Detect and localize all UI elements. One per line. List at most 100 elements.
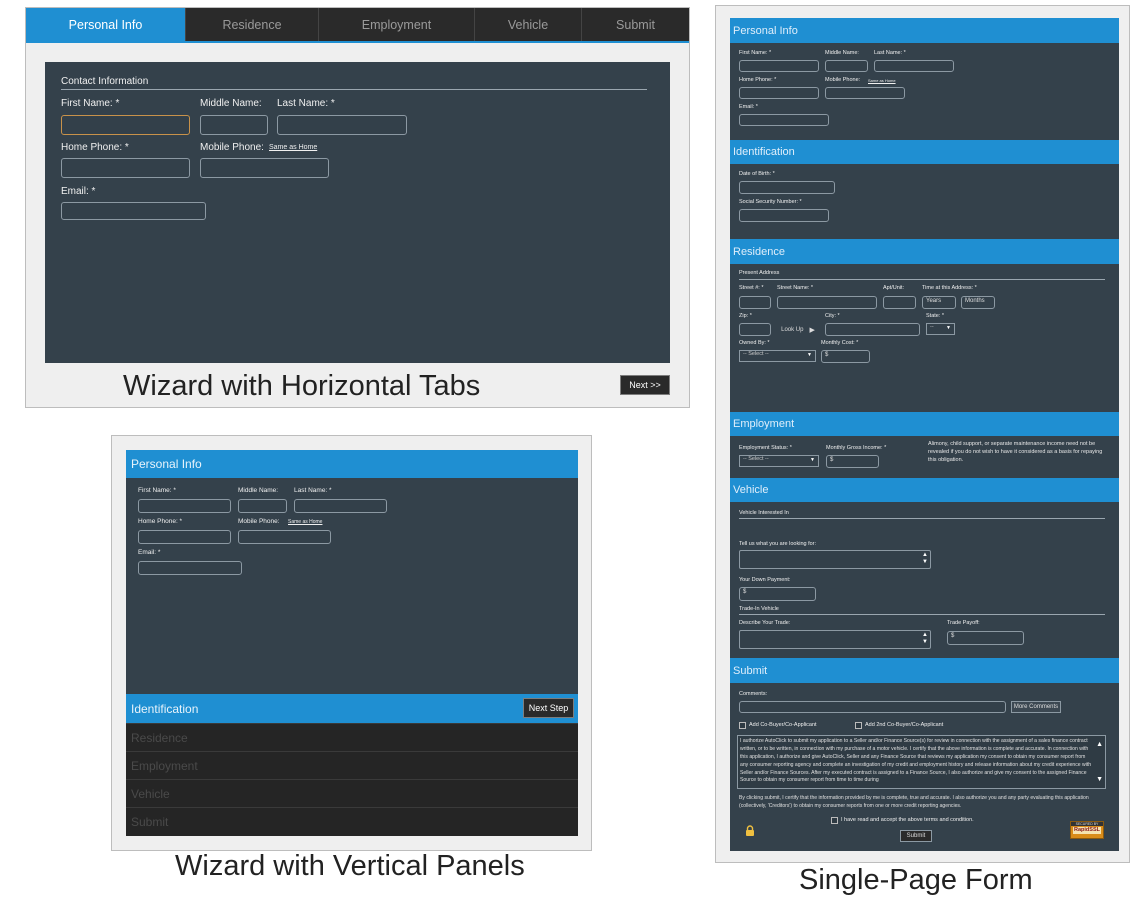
single-caption: Single-Page Form — [799, 864, 1033, 896]
sp-alimony-note: Alimony, child support, or separate main… — [928, 441, 1103, 463]
sp-down-payment-input[interactable]: $ — [739, 587, 816, 601]
mobile-phone-label: Mobile Phone: — [200, 142, 264, 153]
tab-underline — [26, 41, 689, 43]
v-email-input[interactable] — [138, 561, 242, 575]
v-middle-name-label: Middle Name: — [238, 487, 279, 494]
sp-add-2nd-checkbox[interactable] — [855, 722, 862, 729]
panel-identification-label: Identification — [131, 702, 199, 716]
sp-owned-by-select[interactable]: -- Select -- ▼ — [739, 350, 816, 362]
tab-personal-info[interactable]: Personal Info — [26, 8, 186, 41]
v-last-name-label: Last Name: * — [294, 487, 332, 494]
sp-employment-status-select[interactable]: -- Select -- ▼ — [739, 455, 819, 467]
sp-state-select[interactable]: -- ▼ — [926, 323, 955, 335]
v-mobile-phone-input[interactable] — [238, 530, 331, 544]
stepper-icon: ▲ ▼ — [922, 632, 928, 645]
contact-info-title: Contact Information — [61, 76, 149, 87]
sp-home-phone-input[interactable] — [739, 87, 819, 99]
sp-look-up-button[interactable]: Look Up ▶ — [777, 323, 819, 336]
tab-residence[interactable]: Residence — [186, 8, 319, 41]
sp-accept-label: I have read and accept the above terms a… — [841, 817, 974, 823]
sp-submit-button[interactable]: Submit — [900, 830, 932, 842]
sp-dob-input[interactable] — [739, 181, 835, 194]
v-email-label: Email: * — [138, 549, 161, 556]
sp-last-name-input[interactable] — [874, 60, 954, 72]
panel-submit[interactable]: Submit — [126, 807, 578, 836]
sp-same-as-home-link[interactable]: Same as Home — [868, 78, 896, 83]
sp-section-personal: Personal Info — [730, 18, 1119, 43]
middle-name-input[interactable] — [200, 115, 268, 135]
home-phone-label: Home Phone: * — [61, 142, 129, 153]
sp-apt-input[interactable] — [883, 296, 916, 309]
sp-zip-label: Zip: * — [739, 313, 752, 319]
sp-add-2nd-label: Add 2nd Co-Buyer/Co-Applicant — [865, 722, 944, 728]
v-middle-name-input[interactable] — [238, 499, 287, 513]
chevron-down-icon: ▼ — [807, 352, 812, 358]
sp-mobile-phone-input[interactable] — [825, 87, 905, 99]
vertical-header-title: Personal Info — [131, 457, 202, 471]
panel-vehicle[interactable]: Vehicle — [126, 779, 578, 807]
sp-look-up-label: Look Up — [781, 326, 804, 333]
sp-monthly-cost-label: Monthly Cost: * — [821, 340, 859, 346]
sp-months-input[interactable]: Months — [961, 296, 995, 309]
horizontal-caption: Wizard with Horizontal Tabs — [123, 370, 481, 402]
badge-top-text: SECURED BY — [1071, 822, 1103, 827]
panel-residence[interactable]: Residence — [126, 723, 578, 751]
tab-vehicle[interactable]: Vehicle — [475, 8, 582, 41]
sp-describe-trade-label: Describe Your Trade: — [739, 620, 791, 626]
sp-section-employment: Employment — [730, 412, 1119, 436]
sp-first-name-input[interactable] — [739, 60, 819, 72]
vertical-caption: Wizard with Vertical Panels — [175, 850, 525, 882]
sp-gross-income-input[interactable]: $ — [826, 455, 879, 468]
sp-first-name-label: First Name: * — [739, 50, 772, 56]
next-step-button[interactable]: Next Step — [523, 698, 574, 718]
first-name-label: First Name: * — [61, 98, 120, 109]
play-icon: ▶ — [809, 326, 815, 334]
email-input[interactable] — [61, 202, 206, 220]
sp-zip-input[interactable] — [739, 323, 771, 336]
sp-terms-box[interactable]: I authorize AutoClick to submit my appli… — [737, 735, 1106, 789]
sp-trade-in-rule — [739, 614, 1105, 615]
tab-submit[interactable]: Submit — [582, 8, 689, 41]
v-same-as-home-link[interactable]: Same as Home — [288, 519, 322, 525]
sp-years-input[interactable]: Years — [922, 296, 956, 309]
middle-name-label: Middle Name: — [200, 98, 262, 109]
last-name-input[interactable] — [277, 115, 407, 135]
sp-down-payment-label: Your Down Payment: — [739, 577, 791, 583]
sp-comments-label: Comments: — [739, 691, 768, 697]
tab-employment[interactable]: Employment — [319, 8, 475, 41]
v-last-name-input[interactable] — [294, 499, 387, 513]
sp-owned-by-value: -- Select -- — [743, 351, 769, 357]
sp-street-no-input[interactable] — [739, 296, 771, 309]
sp-street-name-input[interactable] — [777, 296, 877, 309]
sp-dob-label: Date of Birth: * — [739, 171, 775, 177]
sp-tell-us-textarea[interactable]: ▲ ▼ — [739, 550, 931, 569]
scroll-up-icon[interactable]: ▲ — [1096, 741, 1103, 748]
first-name-input[interactable] — [61, 115, 190, 135]
sp-accept-checkbox[interactable] — [831, 817, 838, 824]
mobile-phone-input[interactable] — [200, 158, 329, 178]
panel-employment[interactable]: Employment — [126, 751, 578, 779]
sp-city-input[interactable] — [825, 323, 920, 336]
v-first-name-input[interactable] — [138, 499, 231, 513]
sp-trade-payoff-input[interactable]: $ — [947, 631, 1024, 645]
sp-email-input[interactable] — [739, 114, 829, 126]
email-label: Email: * — [61, 186, 96, 197]
sp-ssn-input[interactable] — [739, 209, 829, 222]
v-home-phone-input[interactable] — [138, 530, 231, 544]
sp-trade-in-title: Trade-In Vehicle — [739, 606, 779, 612]
sp-gross-income-label: Monthly Gross Income: * — [826, 445, 887, 451]
sp-middle-name-input[interactable] — [825, 60, 868, 72]
sp-section-submit: Submit — [730, 658, 1119, 683]
sp-comments-input[interactable] — [739, 701, 1006, 713]
scroll-down-icon[interactable]: ▼ — [1096, 776, 1103, 783]
same-as-home-link[interactable]: Same as Home — [269, 144, 317, 151]
home-phone-input[interactable] — [61, 158, 190, 178]
sp-monthly-cost-input[interactable]: $ — [821, 350, 870, 363]
sp-tell-us-label: Tell us what you are looking for: — [739, 541, 817, 547]
sp-section-vehicle: Vehicle — [730, 478, 1119, 502]
sp-add-co-checkbox[interactable] — [739, 722, 746, 729]
sp-describe-trade-textarea[interactable]: ▲ ▼ — [739, 630, 931, 649]
next-button[interactable]: Next >> — [620, 375, 670, 395]
sp-state-label: State: * — [926, 313, 945, 319]
sp-more-comments-button[interactable]: More Comments — [1011, 701, 1061, 713]
